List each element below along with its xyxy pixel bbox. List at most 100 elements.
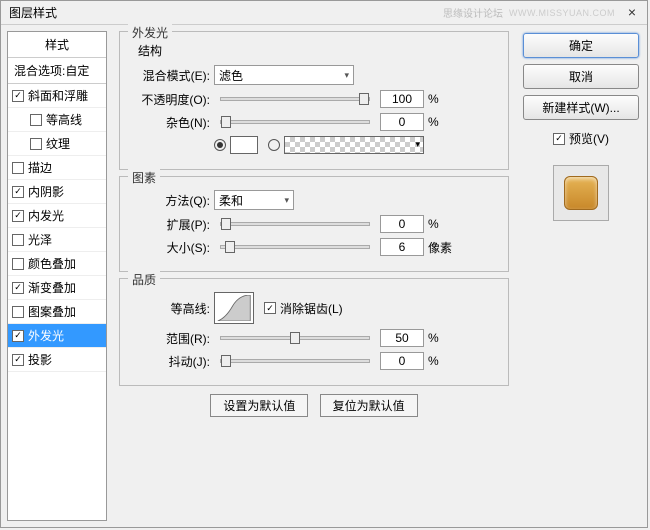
size-unit: 像素 <box>428 239 452 256</box>
sidebar-checkbox[interactable] <box>12 90 24 102</box>
sidebar-checkbox[interactable] <box>12 282 24 294</box>
size-input[interactable]: 6 <box>380 238 424 256</box>
sidebar-checkbox[interactable] <box>12 186 24 198</box>
sidebar-item-label: 等高线 <box>46 111 82 128</box>
ok-button[interactable]: 确定 <box>523 33 639 58</box>
gradient-swatch[interactable]: ▾ <box>284 136 424 154</box>
sidebar-item-5[interactable]: 内发光 <box>8 204 106 228</box>
method-label: 方法(Q): <box>130 192 214 209</box>
sidebar-item-label: 斜面和浮雕 <box>28 87 88 104</box>
size-label: 大小(S): <box>130 239 214 256</box>
quality-legend: 品质 <box>128 271 160 288</box>
sidebar-item-8[interactable]: 渐变叠加 <box>8 276 106 300</box>
noise-input[interactable]: 0 <box>380 113 424 131</box>
chevron-down-icon: ▾ <box>284 195 289 206</box>
gradient-radio[interactable] <box>268 139 280 151</box>
sidebar-item-7[interactable]: 颜色叠加 <box>8 252 106 276</box>
method-select[interactable]: 柔和▾ <box>214 190 294 210</box>
sidebar-checkbox[interactable] <box>12 354 24 366</box>
sidebar-checkbox[interactable] <box>30 138 42 150</box>
quality-fieldset: 品质 等高线: 消除锯齿(L) 范围(R): 50 % <box>119 278 509 386</box>
range-unit: % <box>428 331 452 345</box>
sidebar-item-9[interactable]: 图案叠加 <box>8 300 106 324</box>
blend-mode-label: 混合模式(E): <box>130 67 214 84</box>
jitter-unit: % <box>428 354 452 368</box>
blend-mode-select[interactable]: 滤色▾ <box>214 65 354 85</box>
sidebar-checkbox[interactable] <box>12 210 24 222</box>
color-swatch[interactable] <box>230 136 258 154</box>
sidebar-item-2[interactable]: 纹理 <box>8 132 106 156</box>
opacity-input[interactable]: 100 <box>380 90 424 108</box>
sidebar-item-label: 内发光 <box>28 207 64 224</box>
cancel-button[interactable]: 取消 <box>523 64 639 89</box>
outer-glow-fieldset: 外发光 结构 混合模式(E): 滤色▾ 不透明度(O): 100 % 杂色(N)… <box>119 31 509 170</box>
sidebar-item-label: 渐变叠加 <box>28 279 76 296</box>
preview-swatch <box>553 165 609 221</box>
reset-default-button[interactable]: 复位为默认值 <box>320 394 418 417</box>
jitter-slider[interactable] <box>220 359 370 363</box>
contour-swatch[interactable] <box>214 292 254 324</box>
range-input[interactable]: 50 <box>380 329 424 347</box>
sidebar-item-label: 图案叠加 <box>28 303 76 320</box>
styles-sidebar: 样式 混合选项:自定 斜面和浮雕等高线纹理描边内阴影内发光光泽颜色叠加渐变叠加图… <box>7 31 107 521</box>
spread-input[interactable]: 0 <box>380 215 424 233</box>
elements-fieldset: 图素 方法(Q): 柔和▾ 扩展(P): 0 % 大小(S): 6 <box>119 176 509 272</box>
opacity-label: 不透明度(O): <box>130 91 214 108</box>
sidebar-checkbox[interactable] <box>12 234 24 246</box>
range-label: 范围(R): <box>130 330 214 347</box>
size-slider[interactable] <box>220 245 370 249</box>
color-radio[interactable] <box>214 139 226 151</box>
sidebar-item-label: 内阴影 <box>28 183 64 200</box>
sidebar-checkbox[interactable] <box>12 330 24 342</box>
noise-unit: % <box>428 115 452 129</box>
set-default-button[interactable]: 设置为默认值 <box>210 394 308 417</box>
structure-legend: 结构 <box>138 42 498 59</box>
sidebar-item-4[interactable]: 内阴影 <box>8 180 106 204</box>
noise-label: 杂色(N): <box>130 114 214 131</box>
elements-legend: 图素 <box>128 169 160 186</box>
layer-style-dialog: 图层样式 思缘设计论坛 WWW.MISSYUAN.COM × 样式 混合选项:自… <box>0 0 648 528</box>
panel-title: 外发光 <box>128 24 172 41</box>
sidebar-subheader[interactable]: 混合选项:自定 <box>8 58 106 84</box>
opacity-slider[interactable] <box>220 97 370 101</box>
sidebar-checkbox[interactable] <box>12 258 24 270</box>
spread-unit: % <box>428 217 452 231</box>
sidebar-item-label: 投影 <box>28 351 52 368</box>
sidebar-item-10[interactable]: 外发光 <box>8 324 106 348</box>
watermark-text: 思缘设计论坛 <box>443 5 503 20</box>
noise-slider[interactable] <box>220 120 370 124</box>
jitter-label: 抖动(J): <box>130 353 214 370</box>
contour-label: 等高线: <box>130 300 214 317</box>
sidebar-item-3[interactable]: 描边 <box>8 156 106 180</box>
dialog-buttons: 确定 取消 新建样式(W)... 预览(V) <box>521 31 641 521</box>
sidebar-item-label: 纹理 <box>46 135 70 152</box>
sidebar-header[interactable]: 样式 <box>8 32 106 58</box>
sidebar-item-11[interactable]: 投影 <box>8 348 106 372</box>
chevron-down-icon: ▾ <box>344 70 349 81</box>
sidebar-item-0[interactable]: 斜面和浮雕 <box>8 84 106 108</box>
new-style-button[interactable]: 新建样式(W)... <box>523 95 639 120</box>
sidebar-checkbox[interactable] <box>30 114 42 126</box>
antialias-label: 消除锯齿(L) <box>280 300 343 317</box>
jitter-input[interactable]: 0 <box>380 352 424 370</box>
close-icon[interactable]: × <box>625 6 639 20</box>
dialog-title: 图层样式 <box>9 4 443 21</box>
preview-checkbox[interactable] <box>553 133 565 145</box>
sidebar-item-label: 描边 <box>28 159 52 176</box>
title-bar: 图层样式 思缘设计论坛 WWW.MISSYUAN.COM × <box>1 1 647 25</box>
sidebar-item-1[interactable]: 等高线 <box>8 108 106 132</box>
watermark-url: WWW.MISSYUAN.COM <box>509 8 615 18</box>
sidebar-checkbox[interactable] <box>12 306 24 318</box>
antialias-checkbox[interactable] <box>264 302 276 314</box>
sidebar-item-label: 颜色叠加 <box>28 255 76 272</box>
settings-panel: 外发光 结构 混合模式(E): 滤色▾ 不透明度(O): 100 % 杂色(N)… <box>115 31 513 521</box>
range-slider[interactable] <box>220 336 370 340</box>
spread-label: 扩展(P): <box>130 216 214 233</box>
sidebar-item-label: 外发光 <box>28 327 64 344</box>
sidebar-checkbox[interactable] <box>12 162 24 174</box>
preview-label: 预览(V) <box>569 130 609 147</box>
sidebar-item-label: 光泽 <box>28 231 52 248</box>
opacity-unit: % <box>428 92 452 106</box>
sidebar-item-6[interactable]: 光泽 <box>8 228 106 252</box>
spread-slider[interactable] <box>220 222 370 226</box>
